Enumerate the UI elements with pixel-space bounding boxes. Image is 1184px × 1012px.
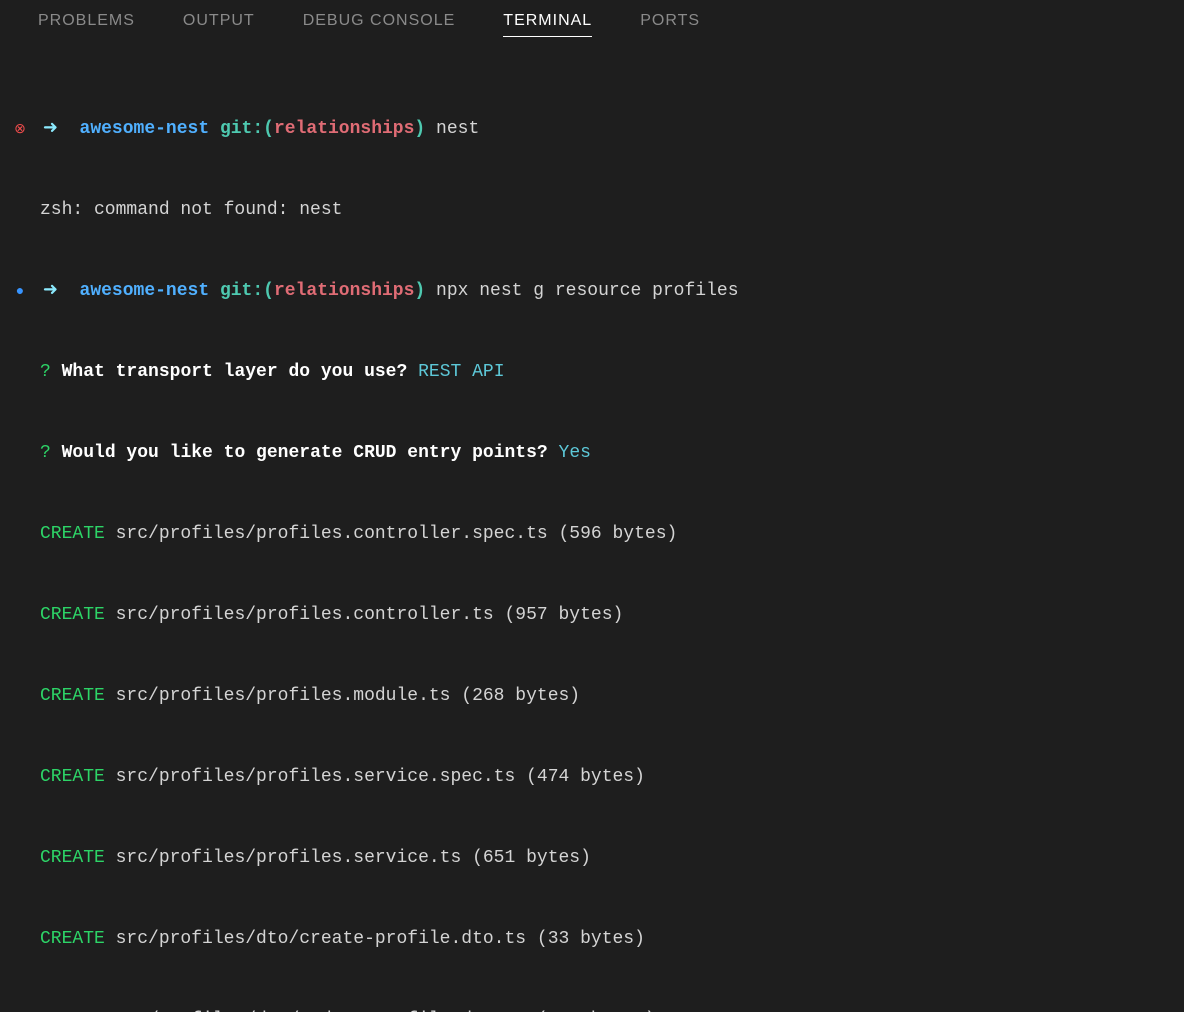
panel-tabs: PROBLEMS OUTPUT DEBUG CONSOLE TERMINAL P…: [0, 0, 1184, 50]
terminal-line: CREATE src/profiles/profiles.controller.…: [12, 602, 1172, 629]
git-branch: relationships: [274, 116, 414, 143]
terminal-line: ● ➜ awesome-nest git:(relationships) npx…: [12, 278, 1172, 305]
paren-close: ): [414, 116, 425, 143]
create-label: CREATE: [40, 521, 105, 548]
question-text: What transport layer do you use?: [62, 359, 408, 386]
create-label: CREATE: [40, 683, 105, 710]
file-path: src/profiles/dto/create-profile.dto.ts (…: [116, 926, 645, 953]
terminal-line: CREATE src/profiles/profiles.service.spe…: [12, 764, 1172, 791]
answer-text: REST API: [418, 359, 504, 386]
terminal-line: CREATE src/profiles/dto/update-profile.d…: [12, 1007, 1172, 1012]
terminal-output[interactable]: ⊗ ➜ awesome-nest git:(relationships) nes…: [0, 50, 1184, 1012]
terminal-line: ⊗ ➜ awesome-nest git:(relationships) nes…: [12, 116, 1172, 143]
question-text: Would you like to generate CRUD entry po…: [62, 440, 548, 467]
terminal-line: CREATE src/profiles/profiles.module.ts (…: [12, 683, 1172, 710]
tab-problems[interactable]: PROBLEMS: [38, 12, 135, 37]
file-path: src/profiles/profiles.module.ts (268 byt…: [116, 683, 580, 710]
git-label: git:: [220, 278, 263, 305]
error-output: zsh: command not found: nest: [40, 197, 342, 224]
file-path: src/profiles/profiles.controller.spec.ts…: [116, 521, 678, 548]
create-label: CREATE: [40, 845, 105, 872]
paren-close: ): [414, 278, 425, 305]
create-label: CREATE: [40, 602, 105, 629]
terminal-line: ? What transport layer do you use? REST …: [12, 359, 1172, 386]
prompt-arrow: ➜: [43, 116, 58, 143]
terminal-line: CREATE src/profiles/dto/create-profile.d…: [12, 926, 1172, 953]
file-path: src/profiles/dto/update-profile.dto.ts (…: [116, 1007, 656, 1012]
answer-text: Yes: [559, 440, 591, 467]
status-error-icon: ⊗: [12, 120, 28, 141]
tab-ports[interactable]: PORTS: [640, 12, 700, 37]
create-label: CREATE: [40, 926, 105, 953]
terminal-line: zsh: command not found: nest: [12, 197, 1172, 224]
terminal-line: ? Would you like to generate CRUD entry …: [12, 440, 1172, 467]
tab-terminal[interactable]: TERMINAL: [503, 12, 592, 37]
terminal-line: CREATE src/profiles/profiles.service.ts …: [12, 845, 1172, 872]
question-mark-icon: ?: [40, 440, 51, 467]
file-path: src/profiles/profiles.controller.ts (957…: [116, 602, 624, 629]
command-text: npx nest g resource profiles: [436, 278, 738, 305]
file-path: src/profiles/profiles.service.spec.ts (4…: [116, 764, 645, 791]
status-running-icon: ●: [12, 282, 28, 303]
create-label: CREATE: [40, 1007, 105, 1012]
prompt-folder: awesome-nest: [80, 116, 210, 143]
prompt-arrow: ➜: [43, 278, 58, 305]
prompt-folder: awesome-nest: [80, 278, 210, 305]
create-label: CREATE: [40, 764, 105, 791]
terminal-line: CREATE src/profiles/profiles.controller.…: [12, 521, 1172, 548]
git-branch: relationships: [274, 278, 414, 305]
tab-debug-console[interactable]: DEBUG CONSOLE: [303, 12, 456, 37]
paren-open: (: [263, 116, 274, 143]
question-mark-icon: ?: [40, 359, 51, 386]
file-path: src/profiles/profiles.service.ts (651 by…: [116, 845, 591, 872]
git-label: git:: [220, 116, 263, 143]
paren-open: (: [263, 278, 274, 305]
command-text: nest: [436, 116, 479, 143]
tab-output[interactable]: OUTPUT: [183, 12, 255, 37]
